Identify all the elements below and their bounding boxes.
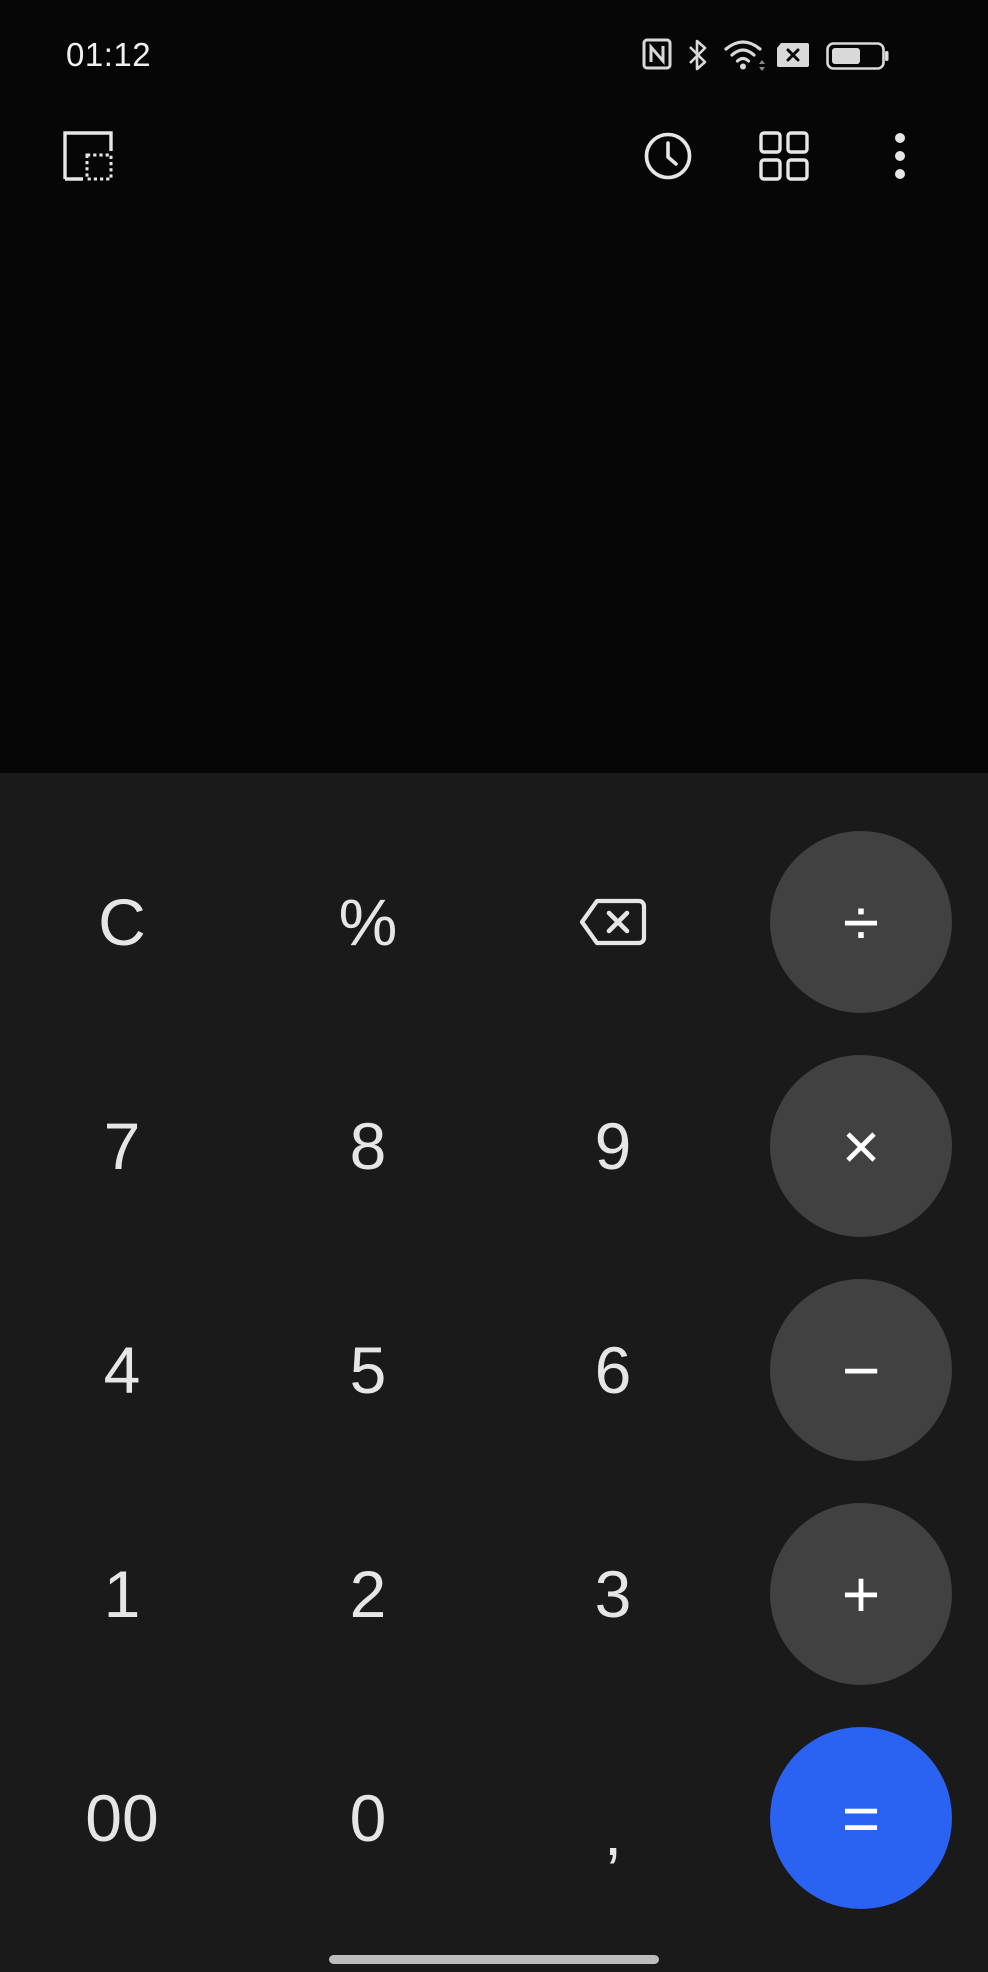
digit-6-label: 6 [594,1333,632,1407]
backspace-button[interactable] [522,831,704,1013]
minus-button[interactable]: − [770,1279,952,1461]
more-options-icon [895,133,905,179]
digit-0-label: 0 [349,1781,387,1855]
digit-5-label: 5 [349,1333,387,1407]
plus-button[interactable]: + [770,1503,952,1685]
converter-button[interactable] [744,116,824,196]
digit-9-button[interactable]: 9 [522,1055,704,1237]
status-time: 01:12 [66,36,152,73]
digit-4-label: 4 [103,1333,141,1407]
divide-label: ÷ [842,885,880,959]
sim-blocked-icon [777,43,809,67]
more-options-button[interactable] [860,116,940,196]
digit-5-button[interactable]: 5 [277,1279,459,1461]
percent-button[interactable]: % [277,831,459,1013]
battery-icon [826,42,889,70]
multiply-button[interactable]: × [770,1055,952,1237]
history-icon [644,132,692,180]
digit-3-button[interactable]: 3 [522,1503,704,1685]
multiply-label: × [841,1109,881,1183]
keypad: C % ÷ 7 8 9 × 4 5 6 − 1 2 3 + 00 0 , = [0,773,988,1972]
divide-button[interactable]: ÷ [770,831,952,1013]
backspace-icon [579,898,647,946]
minus-label: − [841,1333,881,1407]
equals-button[interactable]: = [770,1727,952,1909]
nfc-icon [642,38,672,70]
digit-1-button[interactable]: 1 [31,1503,213,1685]
home-indicator[interactable] [329,1955,659,1964]
wifi-icon [724,40,765,71]
digit-1-label: 1 [103,1557,141,1631]
digit-3-label: 3 [594,1557,632,1631]
digit-8-button[interactable]: 8 [277,1055,459,1237]
digit-9-label: 9 [594,1109,632,1183]
clear-button[interactable]: C [31,831,213,1013]
digit-7-button[interactable]: 7 [31,1055,213,1237]
equals-label: = [841,1781,881,1855]
digit-2-button[interactable]: 2 [277,1503,459,1685]
digit-6-button[interactable]: 6 [522,1279,704,1461]
window-mode-icon [63,131,113,181]
double-zero-button[interactable]: 00 [31,1727,213,1909]
clear-label: C [98,885,146,959]
digit-0-button[interactable]: 0 [277,1727,459,1909]
digit-7-label: 7 [103,1109,141,1183]
converter-grid-icon [759,131,809,181]
toolbar [0,116,988,296]
digit-8-label: 8 [349,1109,387,1183]
digit-4-button[interactable]: 4 [31,1279,213,1461]
double-zero-label: 00 [85,1781,159,1855]
plus-label: + [841,1557,881,1631]
percent-label: % [338,885,398,959]
history-button[interactable] [628,116,708,196]
decimal-label: , [603,1795,623,1869]
status-icons [642,38,912,78]
decimal-button[interactable]: , [522,1727,704,1909]
digit-2-label: 2 [349,1557,387,1631]
window-mode-button[interactable] [48,116,128,196]
bluetooth-icon [689,39,707,71]
calculator-display [0,296,988,773]
status-bar: 01:12 [0,0,988,116]
